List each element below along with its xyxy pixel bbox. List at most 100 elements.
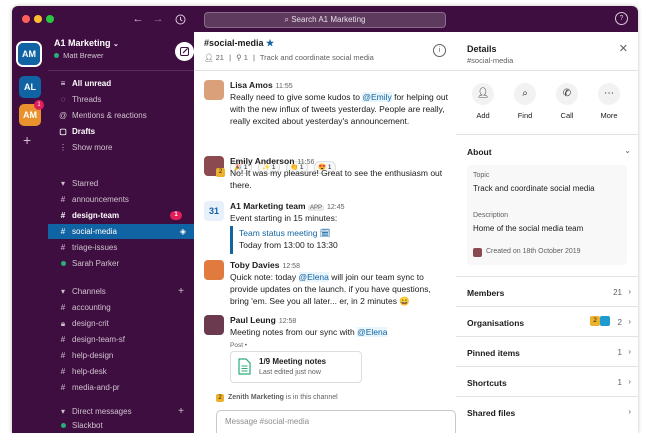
message-time[interactable]: 12:45	[327, 204, 345, 211]
chevron-down-icon[interactable]: ⌄	[624, 146, 631, 155]
org-name[interactable]: Zenith Marketing	[228, 394, 284, 401]
star-icon[interactable]: ★	[266, 38, 274, 48]
members-row[interactable]: Members 21 ›	[456, 276, 638, 307]
message: 2 Emily Anderson 11:56 No! It was my plea…	[204, 156, 450, 192]
message-author[interactable]: Lisa Amos 11:55	[230, 80, 293, 90]
sidebar-item-threads[interactable]: ◌ Threads	[48, 92, 194, 107]
topic-label: Topic	[473, 172, 490, 179]
sidebar-item-triage-issues[interactable]: # triage-issues	[48, 240, 194, 255]
add-person-icon[interactable]: 👤︎	[472, 83, 494, 105]
avatar[interactable]	[204, 315, 224, 335]
workspace-al[interactable]: AL	[19, 76, 41, 98]
minimize-window-button[interactable]	[34, 15, 42, 23]
message-author[interactable]: Toby Davies 12:58	[230, 260, 300, 270]
add-dm-icon[interactable]: +	[178, 404, 184, 419]
sidebar-item-design-crit[interactable]: 🔒︎ design-crit	[48, 316, 194, 331]
message-time[interactable]: 12:58	[282, 263, 300, 270]
workspace-am-primary[interactable]: AM	[18, 43, 40, 65]
sidebar-item-sarah-parker[interactable]: Sarah Parker	[48, 256, 194, 271]
sidebar-item-label: Drafts	[72, 127, 96, 136]
pinned-items-row[interactable]: Pinned items 1 ›	[456, 336, 638, 367]
channel-topic[interactable]: Track and coordinate social media	[260, 53, 374, 62]
more-icon[interactable]: ⋯	[598, 83, 620, 105]
calendar-app-icon[interactable]: 31	[204, 201, 224, 221]
drafts-icon: ▢	[59, 127, 67, 136]
shared-files-row[interactable]: Shared files ›	[456, 396, 638, 433]
channel-title[interactable]: #social-media ★	[204, 38, 274, 49]
pin-count[interactable]: 1	[244, 53, 248, 62]
composer-placeholder: Message #social-media	[225, 417, 310, 426]
sidebar-item-help-design[interactable]: # help-design	[48, 348, 194, 363]
description-value[interactable]: Home of the social media team	[473, 224, 583, 233]
channel-meta: 👤︎ 21 | ⚲ 1 | Track and coordinate socia…	[204, 53, 374, 62]
sidebar-item-design-team[interactable]: # design-team 1	[48, 208, 194, 223]
section-starred[interactable]: ▾ Starred	[48, 176, 194, 191]
sidebar-item-all-unread[interactable]: ≡ All unread	[48, 76, 194, 91]
phone-icon[interactable]: ✆	[556, 83, 578, 105]
info-icon[interactable]: i	[433, 44, 446, 57]
close-window-button[interactable]	[22, 15, 30, 23]
mention-link[interactable]: @Elena	[357, 327, 388, 337]
find-icon[interactable]: ⌕	[514, 83, 536, 105]
sidebar-item-design-team-sf[interactable]: # design-team-sf	[48, 332, 194, 347]
post-label: Post •	[230, 342, 248, 349]
sidebar-item-label: All unread	[72, 79, 112, 88]
sidebar-item-slackbot[interactable]: Slackbot	[48, 418, 194, 433]
member-count[interactable]: 21	[216, 53, 224, 62]
avatar[interactable]	[204, 80, 224, 100]
sidebar-item-social-media[interactable]: # social-media ◈	[48, 224, 194, 239]
sidebar-item-label: help-desk	[72, 367, 107, 376]
mention-link[interactable]: @Elena	[298, 272, 329, 282]
zoom-window-button[interactable]	[46, 15, 54, 23]
sidebar-item-help-desk[interactable]: # help-desk	[48, 364, 194, 379]
sidebar-item-show-more[interactable]: ⋮ Show more	[48, 140, 194, 155]
workspace-name[interactable]: A1 Marketing ⌄	[54, 38, 119, 48]
event-title-link[interactable]: Team status meeting 🗓	[239, 228, 331, 239]
chevron-right-icon: ›	[628, 377, 631, 386]
compose-button[interactable]	[175, 42, 194, 61]
message: Lisa Amos 11:55 Really need to give some …	[204, 80, 450, 174]
threads-icon: ◌	[60, 95, 66, 104]
shortcuts-row[interactable]: Shortcuts 1 ›	[456, 366, 638, 397]
author-name: Toby Davies	[230, 260, 280, 270]
author-name: Lisa Amos	[230, 80, 273, 90]
section-direct-messages[interactable]: ▾ Direct messages +	[48, 404, 194, 419]
sidebar-item-drafts[interactable]: ▢ Drafts	[48, 124, 194, 139]
sidebar-item-announcements[interactable]: # announcements	[48, 192, 194, 207]
message-author[interactable]: Paul Leung 12:58	[230, 315, 296, 325]
organisations-count: 2	[617, 318, 622, 327]
message-author[interactable]: Emily Anderson 11:56	[230, 156, 314, 166]
user-status[interactable]: Matt Brewer	[54, 51, 104, 60]
about-title[interactable]: About	[467, 147, 492, 157]
add-workspace-icon[interactable]: +	[23, 132, 31, 148]
search-icon: ⌕	[284, 15, 289, 24]
help-icon[interactable]: ?	[615, 12, 628, 25]
message-time[interactable]: 11:55	[276, 83, 293, 90]
forward-arrow-icon[interactable]: →	[150, 11, 166, 27]
chevron-right-icon: ›	[628, 317, 631, 326]
sidebar-item-accounting[interactable]: # accounting	[48, 300, 194, 315]
message-time[interactable]: 11:56	[297, 159, 314, 166]
sidebar-item-label: Mentions & reactions	[72, 111, 147, 120]
sidebar-item-mentions[interactable]: @ Mentions & reactions	[48, 108, 194, 123]
sidebar-item-label: design-crit	[72, 319, 109, 328]
back-arrow-icon[interactable]: ←	[130, 11, 146, 27]
history-clock-icon[interactable]	[172, 11, 188, 27]
file-attachment[interactable]: 1/9 Meeting notes Last edited just now	[230, 351, 362, 383]
avatar[interactable]	[204, 260, 224, 280]
sidebar-item-media-and-pr[interactable]: # media-and-pr	[48, 380, 194, 395]
search-bar[interactable]: ⌕ Search A1 Marketing	[204, 12, 446, 28]
message-author[interactable]: A1 Marketing team APP 12:45	[230, 201, 345, 211]
members-icon[interactable]: 👤︎	[204, 53, 214, 62]
close-icon[interactable]: ✕	[619, 42, 628, 55]
add-channel-icon[interactable]: +	[178, 284, 184, 299]
section-channels[interactable]: ▾ Channels +	[48, 284, 194, 299]
organisations-row[interactable]: Organisations 2 2 ›	[456, 306, 638, 337]
message-composer[interactable]: Message #social-media	[216, 410, 456, 433]
topic-value[interactable]: Track and coordinate social media	[473, 184, 595, 193]
message-time[interactable]: 12:58	[279, 318, 297, 325]
mention-link[interactable]: @Emily	[362, 92, 392, 102]
pin-icon[interactable]: ⚲	[236, 53, 242, 62]
online-dot-icon	[58, 256, 68, 271]
event-time: Today from 13:00 to 13:30	[239, 240, 338, 250]
